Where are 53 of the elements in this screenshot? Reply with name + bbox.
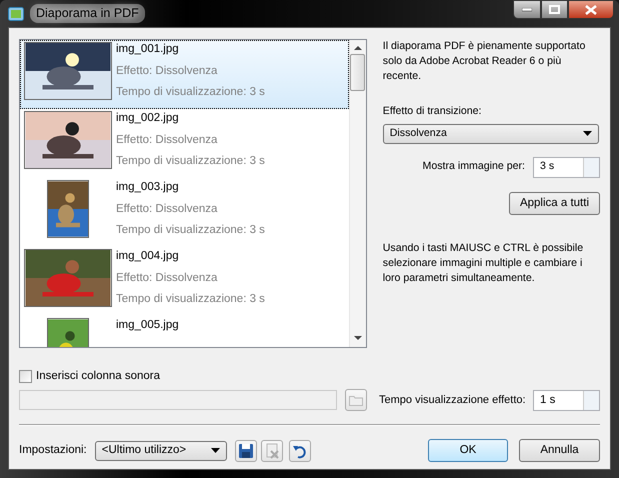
info-text: Il diaporama PDF è pienamente supportato solo da Adobe Acrobat Reader 6 o più recente. (382, 39, 586, 84)
folder-icon (349, 394, 363, 406)
effect-text: Effetto: Dissolvenza (116, 202, 218, 217)
scroll-down-icon (354, 336, 362, 341)
effect-time-label: Tempo visualizzazione effetto: (379, 393, 526, 408)
hint-text: Usando i tasti MAIUSC e CTRL è possibile selezionare immagini multiple e cambiare i loro parametri simultaneamente. (382, 241, 584, 286)
scroll-thumb[interactable] (350, 54, 366, 91)
floppy-icon (238, 442, 254, 459)
show-for-spinner[interactable]: 3 s (533, 156, 600, 178)
delete-document-icon (264, 442, 280, 459)
scroll-up-icon (354, 46, 362, 51)
list-item[interactable]: img_003.jpg Effetto: Dissolvenza Tempo di visualizzazione: 3 s (20, 178, 349, 247)
maximize-button[interactable] (541, 0, 568, 19)
caret-icon (210, 448, 220, 454)
settings-label: Impostazioni: (19, 443, 87, 458)
show-for-label: Mostra immagine per: (422, 159, 525, 174)
scrollbar[interactable] (348, 40, 366, 347)
file-name: img_002.jpg (116, 111, 180, 126)
effect-text: Effetto: Dissolvenza (116, 132, 218, 148)
close-icon (585, 4, 597, 14)
display-time-text: Tempo di visualizzazione: 3 s (116, 85, 265, 100)
list-item[interactable]: img_001.jpg Effetto: Dissolvenza Tempo di visualizzazione: 3 s (20, 40, 349, 109)
transition-label: Effetto di transizione: (382, 104, 483, 119)
list-item[interactable]: img_005.jpg (20, 316, 349, 347)
display-time-text: Tempo di visualizzazione: 3 s (116, 223, 265, 238)
ok-button[interactable]: OK (428, 439, 508, 462)
soundtrack-path-field[interactable] (19, 390, 337, 410)
apply-all-button[interactable]: Applica a tutti (508, 192, 600, 216)
maximize-icon (549, 5, 560, 14)
transition-dropdown[interactable]: Dissolvenza (382, 124, 599, 144)
list-item[interactable]: img_004.jpg Effetto: Dissolvenza Tempo di visualizzazione: 3 s (20, 247, 349, 316)
soundtrack-label: Inserisci colonna sonora (36, 369, 160, 384)
settings-dropdown[interactable]: <Ultimo utilizzo> (94, 440, 227, 461)
cancel-button[interactable]: Annulla (519, 439, 600, 462)
close-button[interactable] (568, 0, 614, 19)
caret-icon (582, 131, 592, 136)
browse-button[interactable] (345, 389, 367, 412)
display-time-text: Tempo di visualizzazione: 3 s (116, 154, 265, 170)
soundtrack-checkbox[interactable] (19, 370, 32, 384)
file-name: img_003.jpg (116, 180, 180, 195)
minimize-button[interactable] (513, 0, 541, 19)
file-name: img_005.jpg (116, 318, 179, 333)
app-icon (8, 6, 24, 20)
display-time-text: Tempo di visualizzazione: 3 s (116, 292, 265, 308)
effect-time-spinner[interactable]: 1 s (533, 390, 600, 411)
file-name: img_004.jpg (116, 249, 180, 264)
effect-text: Effetto: Dissolvenza (116, 270, 218, 286)
effect-text: Effetto: Dissolvenza (116, 64, 218, 79)
undo-button[interactable] (288, 440, 311, 462)
minimize-icon (522, 8, 532, 12)
list-item[interactable]: img_002.jpg Effetto: Dissolvenza Tempo di visualizzazione: 3 s (20, 109, 349, 178)
file-name: img_001.jpg (116, 42, 180, 57)
save-button[interactable] (234, 440, 257, 462)
